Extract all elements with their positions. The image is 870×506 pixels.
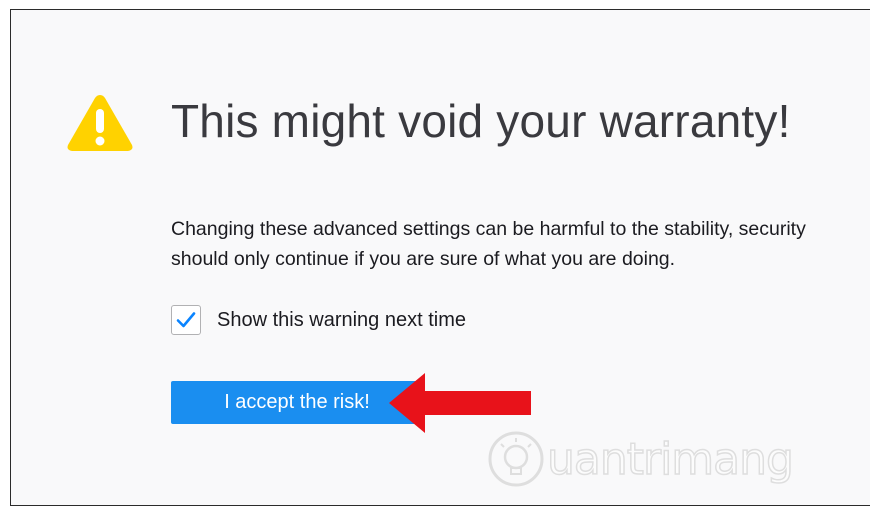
lightbulb-logo-icon bbox=[488, 431, 544, 487]
description-line-2: should only continue if you are sure of … bbox=[171, 248, 676, 270]
red-arrow-annotation bbox=[385, 371, 531, 435]
show-warning-checkbox-row[interactable]: Show this warning next time bbox=[171, 304, 466, 336]
show-warning-checkbox[interactable] bbox=[171, 305, 201, 335]
checkmark-icon bbox=[176, 312, 196, 328]
watermark-text: uantrimang bbox=[546, 433, 794, 486]
warning-description: Changing these advanced settings can be … bbox=[171, 214, 870, 274]
show-warning-label[interactable]: Show this warning next time bbox=[217, 309, 466, 332]
watermark: uantrimang bbox=[487, 428, 795, 490]
description-line-1: Changing these advanced settings can be … bbox=[171, 218, 806, 240]
warning-triangle-icon bbox=[65, 92, 135, 154]
about-config-warning-page: This might void your warranty! Changing … bbox=[10, 9, 870, 506]
page-title: This might void your warranty! bbox=[171, 95, 791, 147]
